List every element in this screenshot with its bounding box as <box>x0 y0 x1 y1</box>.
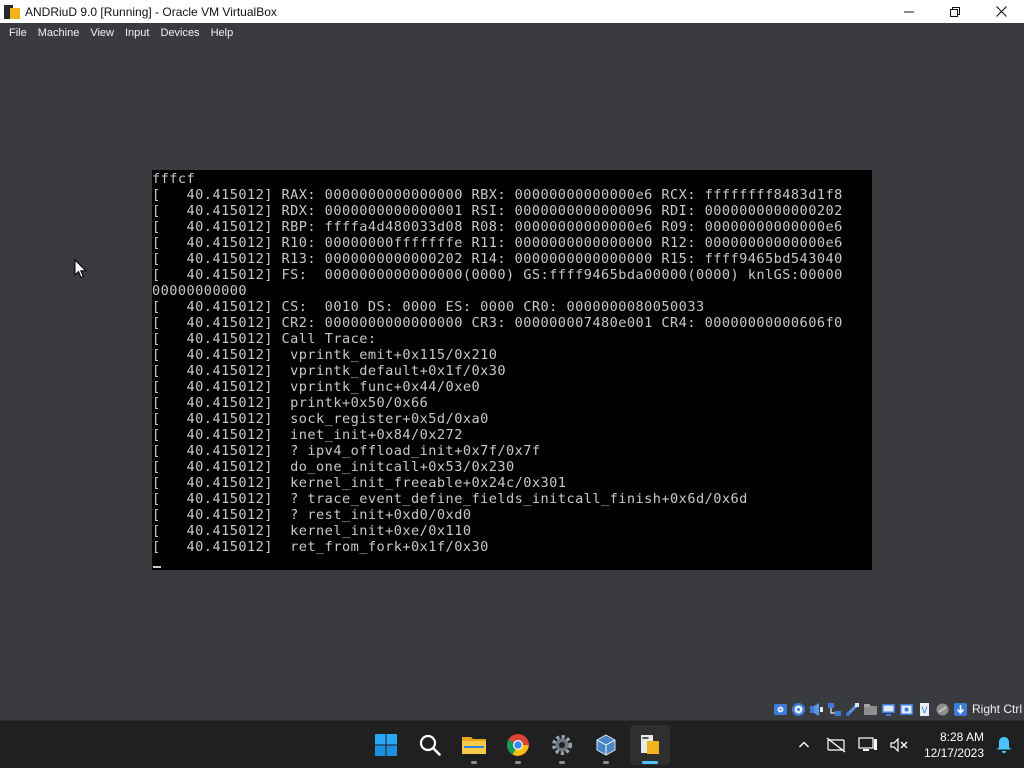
search-icon <box>419 734 441 756</box>
vm-console-screen[interactable]: fffcf [ 40.415012] RAX: 0000000000000000… <box>152 170 872 570</box>
virtualbox-vm-button[interactable] <box>630 725 670 765</box>
restore-icon <box>950 6 960 17</box>
recording-icon[interactable] <box>899 701 915 717</box>
notifications-button[interactable] <box>992 733 1016 757</box>
menu-bar: File Machine View Input Devices Help <box>0 23 1024 42</box>
console-line: [ 40.415012] CS: 0010 DS: 0000 ES: 0000 … <box>152 299 705 315</box>
mouse-pointer-icon <box>74 259 88 279</box>
search-button[interactable] <box>410 725 450 765</box>
console-line: [ 40.415012] inet_init+0x84/0x272 <box>152 427 463 443</box>
vm-status-bar: V Right Ctrl <box>0 698 1024 720</box>
settings-button[interactable] <box>542 725 582 765</box>
virtualbox-icon <box>4 4 20 20</box>
chevron-up-icon <box>798 741 809 748</box>
network-disconnected-icon <box>826 737 846 753</box>
console-line: [ 40.415012] CR2: 0000000000000000 CR3: … <box>152 315 843 331</box>
system-clock[interactable]: 8:28 AM 12/17/2023 <box>924 729 984 761</box>
maximize-button[interactable] <box>932 0 978 23</box>
console-line: [ 40.415012] vprintk_func+0x44/0xe0 <box>152 379 481 395</box>
console-line: [ 40.415012] ? ipv4_offload_init+0x7f/0x… <box>152 443 541 459</box>
shared-folders-icon[interactable] <box>863 701 879 717</box>
host-key-label: Right Ctrl <box>971 702 1022 716</box>
console-line: 00000000000 <box>152 283 247 299</box>
console-line: [ 40.415012] RBP: ffffa4d480033d08 R08: … <box>152 219 843 235</box>
volume-muted-icon <box>890 737 908 753</box>
network-icon[interactable] <box>827 701 843 717</box>
optical-drive-icon[interactable] <box>791 701 807 717</box>
minimize-button[interactable] <box>886 0 932 23</box>
vm-display[interactable]: fffcf [ 40.415012] RAX: 0000000000000000… <box>0 42 1024 698</box>
virtualbox-vm-icon <box>641 735 659 754</box>
virtualbox-manager-button[interactable] <box>586 725 626 765</box>
console-line: [ 40.415012] ? trace_event_define_fields… <box>152 491 748 507</box>
window-title: ANDRiuD 9.0 [Running] - Oracle VM Virtua… <box>25 4 277 19</box>
console-line: [ 40.415012] R10: 00000000fffffffe R11: … <box>152 235 843 251</box>
console-line: [ 40.415012] RAX: 0000000000000000 RBX: … <box>152 187 843 203</box>
window-controls <box>886 0 1024 23</box>
clock-date: 12/17/2023 <box>923 746 984 760</box>
audio-icon[interactable] <box>809 701 825 717</box>
text-cursor <box>153 566 161 568</box>
console-line: [ 40.415012] RDX: 0000000000000001 RSI: … <box>152 203 843 219</box>
console-line: fffcf <box>152 171 196 187</box>
show-hidden-icons-button[interactable] <box>792 733 816 757</box>
console-line: [ 40.415012] ret_from_fork+0x1f/0x30 <box>152 539 489 555</box>
console-line: [ 40.415012] kernel_init+0xe/0x110 <box>152 523 472 539</box>
console-line: [ 40.415012] Call Trace: <box>152 331 377 347</box>
close-button[interactable] <box>978 0 1024 23</box>
arrow-down-icon[interactable] <box>953 701 969 717</box>
mouse-integration-icon[interactable] <box>935 701 951 717</box>
display-tray-button[interactable] <box>856 733 880 757</box>
file-explorer-icon <box>462 737 486 754</box>
chrome-button[interactable] <box>498 725 538 765</box>
console-line: [ 40.415012] vprintk_default+0x1f/0x30 <box>152 363 506 379</box>
console-line: [ 40.415012] do_one_initcall+0x53/0x230 <box>152 459 515 475</box>
minimize-icon <box>904 11 914 12</box>
taskbar: 8:28 AM 12/17/2023 <box>0 720 1024 768</box>
network-status-button[interactable] <box>824 733 848 757</box>
console-line: [ 40.415012] FS: 0000000000000000(0000) … <box>152 267 843 283</box>
start-button[interactable] <box>366 725 406 765</box>
file-explorer-button[interactable] <box>454 725 494 765</box>
console-line: [ 40.415012] kernel_init_freeable+0x24c/… <box>152 475 567 491</box>
windows-start-icon <box>375 734 397 756</box>
notification-bell-icon <box>997 737 1011 754</box>
cpu-icon[interactable]: V <box>917 701 933 717</box>
chrome-icon <box>507 734 529 756</box>
volume-button[interactable] <box>888 733 912 757</box>
console-line: [ 40.415012] printk+0x50/0x66 <box>152 395 429 411</box>
menu-help[interactable]: Help <box>206 27 240 39</box>
menu-devices[interactable]: Devices <box>155 27 205 39</box>
usb-icon[interactable] <box>845 701 861 717</box>
virtualbox-manager-icon <box>596 734 616 756</box>
menu-input[interactable]: Input <box>120 27 155 39</box>
menu-view[interactable]: View <box>85 27 120 39</box>
console-line: [ 40.415012] sock_register+0x5d/0xa0 <box>152 411 489 427</box>
settings-icon <box>552 735 572 755</box>
console-line: [ 40.415012] vprintk_emit+0x115/0x210 <box>152 347 498 363</box>
close-icon <box>995 6 1007 17</box>
menu-machine[interactable]: Machine <box>33 27 86 39</box>
console-line: [ 40.415012] R13: 0000000000000202 R14: … <box>152 251 843 267</box>
console-line: [ 40.415012] ? rest_init+0xd0/0xd0 <box>152 507 472 523</box>
display-icon <box>858 737 877 751</box>
clock-time: 8:28 AM <box>939 730 984 744</box>
menu-file[interactable]: File <box>4 27 33 39</box>
svg-text:V: V <box>922 706 929 716</box>
hard-disk-icon[interactable] <box>773 701 789 717</box>
display-icon[interactable] <box>881 701 897 717</box>
title-bar[interactable]: ANDRiuD 9.0 [Running] - Oracle VM Virtua… <box>0 0 1024 23</box>
